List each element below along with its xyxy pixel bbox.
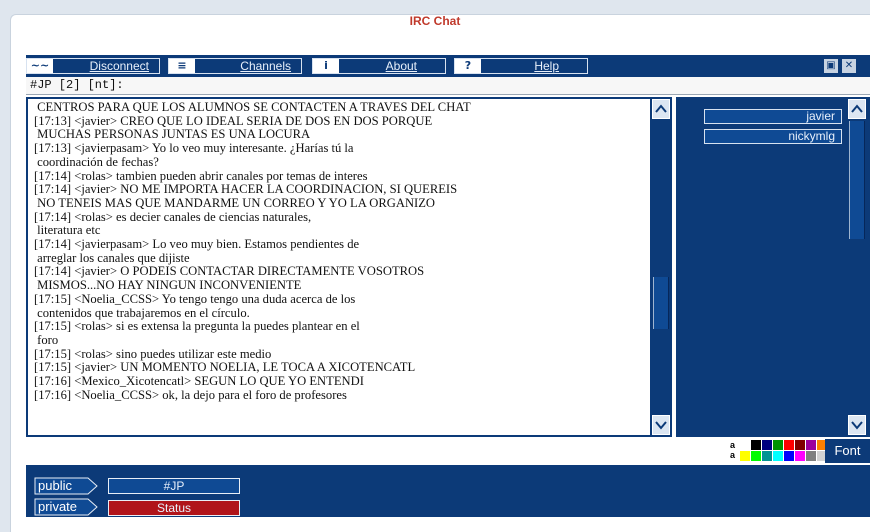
user-list-item[interactable]: javier xyxy=(704,109,842,124)
chevron-up-icon xyxy=(851,104,863,113)
chat-log[interactable]: CENTROS PARA QUE LOS ALUMNOS SE CONTACTE… xyxy=(26,97,650,437)
color-swatch[interactable] xyxy=(773,451,783,461)
chat-message-line: [17:14] <rolas> tambien pueden abrir can… xyxy=(34,168,368,183)
chat-message-line: [17:13] <javierpasam> Yo lo veo muy inte… xyxy=(34,141,354,156)
public-tab-label: public xyxy=(38,478,72,493)
color-swatch[interactable] xyxy=(751,440,761,450)
font-button[interactable]: Font xyxy=(825,439,870,463)
window-switcher: public #JP private Status xyxy=(26,465,870,517)
chat-message-line: [17:15] <rolas> si es extensa la pregunt… xyxy=(34,319,360,334)
message-list: CENTROS PARA QUE LOS ALUMNOS SE CONTACTE… xyxy=(28,100,650,402)
chat-message-line: [17:15] <Noelia_CCSS> Yo tengo tengo una… xyxy=(34,291,356,306)
color-swatch[interactable] xyxy=(784,451,794,461)
color-swatch[interactable] xyxy=(795,440,805,450)
color-swatch[interactable] xyxy=(762,440,772,450)
chat-message-line: [17:15] <javier> UN MOMENTO NOELIA, LE T… xyxy=(34,360,416,375)
color-swatch[interactable] xyxy=(773,440,783,450)
about-label: About xyxy=(385,59,417,73)
channel-topic-bar: #JP [2] [nt]: xyxy=(26,77,870,95)
channels-label: Channels xyxy=(240,59,291,73)
chat-message-line: coordinación de fechas? xyxy=(34,154,159,169)
color-swatch[interactable] xyxy=(806,440,816,450)
color-swatch[interactable] xyxy=(751,451,761,461)
private-tab[interactable]: private xyxy=(34,498,98,516)
chevron-down-icon xyxy=(655,421,667,430)
chat-scrollbar[interactable] xyxy=(650,97,672,437)
message-input[interactable] xyxy=(26,439,700,465)
toolbar: ~~ Disconnect ≡ Channels i About ? Help … xyxy=(26,55,870,77)
chat-message-line: [17:14] <javier> NO ME IMPORTA HACER LA … xyxy=(34,182,458,197)
public-channel-button[interactable]: #JP xyxy=(108,478,240,494)
help-label: Help xyxy=(534,59,559,73)
user-scroll-thumb[interactable] xyxy=(849,121,865,239)
disconnect-label: Disconnect xyxy=(89,59,149,73)
chat-message-line: [17:16] <Mexico_Xicotencatl> SEGUN LO QU… xyxy=(34,374,364,389)
chat-message-line: CENTROS PARA QUE LOS ALUMNOS SE CONTACTE… xyxy=(34,100,471,114)
color-swatch[interactable] xyxy=(806,451,816,461)
user-list-item[interactable]: nickymlg xyxy=(704,129,842,144)
close-window-icon[interactable]: ✕ xyxy=(842,59,856,73)
color-swatch[interactable] xyxy=(740,440,750,450)
disconnect-button[interactable]: ~~ Disconnect xyxy=(26,58,160,74)
chat-message-line: MISMOS...NO HAY NINGUN INCONVENIENTE xyxy=(34,278,302,293)
restore-window-icon[interactable]: ▣ xyxy=(824,59,838,73)
color-swatch[interactable] xyxy=(762,451,772,461)
chat-message-line: literatura etc xyxy=(34,223,101,238)
palette-letter-bottom: a xyxy=(730,450,736,460)
color-swatch[interactable] xyxy=(795,451,805,461)
color-swatch[interactable] xyxy=(784,440,794,450)
input-row: a a Font xyxy=(26,437,870,465)
chat-message-line: [17:16] <Noelia_CCSS> ok, la dejo para e… xyxy=(34,387,347,402)
scroll-down-button[interactable] xyxy=(652,415,670,435)
chat-scroll-thumb[interactable] xyxy=(653,277,669,329)
channels-icon: ≡ xyxy=(169,59,195,73)
chat-message-line: [17:15] <rolas> sino puedes utilizar est… xyxy=(34,346,272,361)
info-icon: i xyxy=(313,59,339,73)
chat-message-line: foro xyxy=(34,332,59,347)
channels-button[interactable]: ≡ Channels xyxy=(168,58,302,74)
user-scroll-down-button[interactable] xyxy=(848,415,866,435)
chat-message-line: contenidos que trabajaremos en el círcul… xyxy=(34,305,250,320)
about-button[interactable]: i About xyxy=(312,58,446,74)
help-button[interactable]: ? Help xyxy=(454,58,588,74)
color-swatch[interactable] xyxy=(740,451,750,461)
chat-message-line: NO TENEIS MAS QUE MANDARME UN CORREO Y Y… xyxy=(34,195,436,210)
public-tab[interactable]: public xyxy=(34,477,98,495)
private-tab-label: private xyxy=(38,499,78,514)
app-title: IRC Chat xyxy=(409,14,461,28)
scroll-up-button[interactable] xyxy=(652,99,670,119)
chat-message-line: arreglar los canales que dijiste xyxy=(34,250,190,265)
palette-letter-top: a xyxy=(730,440,736,450)
chat-message-line: [17:14] <javierpasam> Lo veo muy bien. E… xyxy=(34,237,360,252)
chevron-up-icon xyxy=(655,104,667,113)
user-list-panel: javier nickymlg xyxy=(676,97,870,437)
chat-message-line: [17:13] <javier> CREO QUE LO IDEAL SERIA… xyxy=(34,113,433,128)
user-scroll-up-button[interactable] xyxy=(848,99,866,119)
status-window-button[interactable]: Status xyxy=(108,500,240,516)
chat-message-line: [17:14] <javier> O PODEIS CONTACTAR DIRE… xyxy=(34,264,425,279)
user-list-scrollbar[interactable] xyxy=(846,97,868,437)
chat-message-line: MUCHAS PERSONAS JUNTAS ES UNA LOCURA xyxy=(34,127,311,142)
chat-message-line: [17:14] <rolas> es decier canales de cie… xyxy=(34,209,312,224)
disconnect-icon: ~~ xyxy=(27,59,53,73)
help-icon: ? xyxy=(455,59,481,73)
chevron-down-icon xyxy=(851,421,863,430)
